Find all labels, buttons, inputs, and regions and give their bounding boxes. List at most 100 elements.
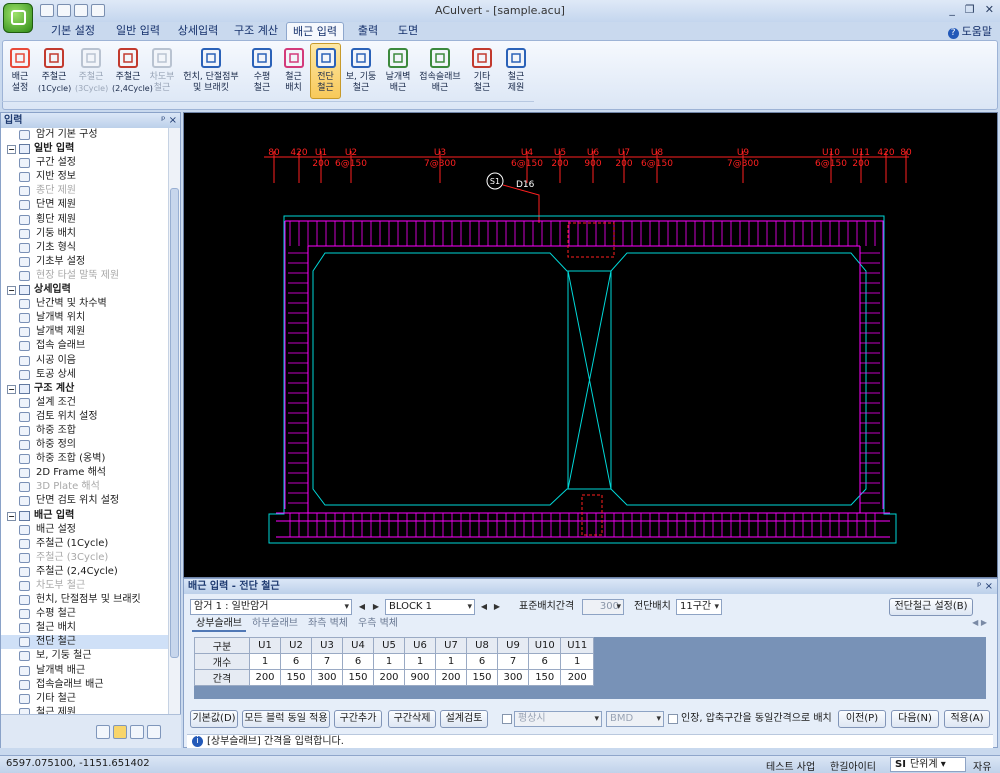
normal-load-checkbox[interactable] <box>502 714 512 724</box>
design-check-button[interactable]: 설계검토 <box>440 710 488 728</box>
new-file-icon[interactable] <box>40 4 54 17</box>
tab-output[interactable]: 출력 <box>350 22 386 40</box>
tree-item[interactable]: 기초부 설정 <box>1 255 169 269</box>
tree-item[interactable]: 보, 기둥 철근 <box>1 649 169 663</box>
edit-icon[interactable] <box>91 4 105 17</box>
wingwall-rebar-button[interactable]: 날개벽 배근 <box>381 43 415 99</box>
rebar-spec-button[interactable]: 철근 제원 <box>501 43 531 99</box>
tree-item[interactable]: 종단 제원 <box>1 184 169 198</box>
table-cell[interactable]: 900 <box>404 669 436 686</box>
tree-item[interactable]: 기타 철근 <box>1 692 169 706</box>
tab-right-wall[interactable]: 우측 벽체 <box>354 617 402 632</box>
help-button[interactable]: ? 도움말 <box>947 23 992 39</box>
prev-block-arrow[interactable]: ◀ <box>478 600 490 614</box>
tree-item[interactable]: 시공 이음 <box>1 354 169 368</box>
block-select[interactable]: BLOCK 1 <box>385 599 475 615</box>
tree-item[interactable]: 주철근 (2,4Cycle) <box>1 565 169 579</box>
tree-item[interactable]: 철근 배치 <box>1 621 169 635</box>
approach-slab-rebar-button[interactable]: 접속슬래브 배근 <box>417 43 463 99</box>
add-section-button[interactable]: 구간추가 <box>334 710 382 728</box>
open-folder-icon[interactable] <box>57 4 71 17</box>
delete-section-button[interactable]: 구간삭제 <box>388 710 436 728</box>
collapse-toggle-icon[interactable]: − <box>7 286 16 296</box>
table-cell[interactable]: 6 <box>280 653 312 670</box>
save-icon[interactable] <box>74 4 88 17</box>
tree-item[interactable]: 철근 제원 <box>1 706 169 714</box>
shear-rebar-button[interactable]: 전단 철근 <box>310 43 341 99</box>
other-rebar-button[interactable]: 기타 철근 <box>465 43 499 99</box>
restore-button[interactable]: ❐ <box>965 3 975 16</box>
load-case-combo[interactable]: 평상시 <box>514 711 602 727</box>
tree-item[interactable]: 횡단 제원 <box>1 213 169 227</box>
prev-button[interactable]: 이전(P) <box>838 710 886 728</box>
tree-item[interactable]: 접속슬래브 배근 <box>1 678 169 692</box>
table-cell[interactable]: 1 <box>560 653 594 670</box>
shear-layout-select[interactable]: 11구간 <box>676 599 722 615</box>
tree-item[interactable]: 배근 설정 <box>1 523 169 537</box>
table-cell[interactable]: 1 <box>435 653 467 670</box>
tree-item[interactable]: 3D Plate 해석 <box>1 480 169 494</box>
tab-left-wall[interactable]: 좌측 벽체 <box>304 617 352 632</box>
tree-item[interactable]: 구간 설정 <box>1 156 169 170</box>
tree-item[interactable]: 기초 형식 <box>1 241 169 255</box>
culvert-select[interactable]: 암거 1 : 일반암거 <box>190 599 352 615</box>
tab-drawing[interactable]: 도면 <box>390 22 426 40</box>
beam-column-rebar-button[interactable]: 보, 기둥 철근 <box>343 43 379 99</box>
main-rebar-1cycle-button[interactable]: 주철근 (1Cycle) <box>37 43 71 99</box>
table-cell[interactable]: 300 <box>497 669 529 686</box>
table-cell[interactable]: 6 <box>527 653 562 670</box>
close-button[interactable]: ✕ <box>985 3 994 16</box>
tree-item[interactable]: 전단 철근 <box>1 635 169 650</box>
tree-item[interactable]: 헌치, 단절점부 및 브래킷 <box>1 593 169 607</box>
collapse-toggle-icon[interactable]: − <box>7 145 16 155</box>
tree-item[interactable]: 차도부 철근 <box>1 579 169 593</box>
main-rebar-24cycle-button[interactable]: 주철근 (2,4Cycle) <box>111 43 153 99</box>
bmd-combo[interactable]: BMD <box>606 711 664 727</box>
table-cell[interactable]: 150 <box>280 669 312 686</box>
default-button[interactable]: 기본값(D) <box>190 710 238 728</box>
table-cell[interactable]: 7 <box>497 653 529 670</box>
tree-item[interactable]: 암거 기본 구성 <box>1 128 169 142</box>
table-cell[interactable]: 1 <box>373 653 405 670</box>
table-cell[interactable]: 150 <box>466 669 498 686</box>
tree-item[interactable]: 기둥 배치 <box>1 227 169 241</box>
rebar-setting-button[interactable]: 배근 설정 <box>7 43 33 99</box>
tree-scrollbar[interactable] <box>168 128 180 714</box>
tab-upper-slab[interactable]: 상부슬래브 <box>192 617 246 632</box>
tool-icon-4[interactable] <box>147 725 161 739</box>
table-cell[interactable]: 7 <box>311 653 343 670</box>
prev-culvert-arrow[interactable]: ◀ <box>356 600 368 614</box>
tree-item[interactable]: 주철근 (3Cycle) <box>1 551 169 565</box>
tree-item[interactable]: 접속 슬래브 <box>1 339 169 353</box>
collapse-toggle-icon[interactable]: − <box>7 511 16 521</box>
unit-system-select[interactable]: SI 단위계 ▾ <box>890 757 966 772</box>
tree-item[interactable]: 지반 정보 <box>1 170 169 184</box>
tab-general-input[interactable]: 일반 입력 <box>108 22 168 40</box>
collapse-toggle-icon[interactable]: − <box>7 384 16 394</box>
panel-pin-close[interactable]: ᵖ × <box>161 113 177 128</box>
table-cell[interactable]: 200 <box>373 669 405 686</box>
tab-rebar-input[interactable]: 배근 입력 <box>286 22 344 40</box>
next-culvert-arrow[interactable]: ▶ <box>370 600 382 614</box>
shear-rebar-setting-button[interactable]: 전단철근 설정(B) <box>889 598 973 616</box>
tab-structure-calc[interactable]: 구조 계산 <box>228 22 284 40</box>
table-cell[interactable]: 200 <box>249 669 281 686</box>
tree-group[interactable]: − 배근 입력 <box>1 509 169 523</box>
roadway-rebar-button[interactable]: 차도부 철근 <box>147 43 177 99</box>
table-cell[interactable]: 300 <box>311 669 343 686</box>
tree-item[interactable]: 현장 타설 말뚝 제원 <box>1 269 169 283</box>
tree-item[interactable]: 토공 상세 <box>1 368 169 382</box>
tree-group[interactable]: − 상세입력 <box>1 283 169 297</box>
main-rebar-3cycle-button[interactable]: 주철근 (3Cycle) <box>74 43 108 99</box>
cad-viewport[interactable]: 80 420 U1 U2 U3 U4 U5 U6 U7 U8 U9 U10 U11 420 80 200 6@1… <box>183 112 998 578</box>
tree-item[interactable]: 주철근 (1Cycle) <box>1 537 169 551</box>
apply-button[interactable]: 적용(A) <box>944 710 990 728</box>
apply-all-blocks-button[interactable]: 모든 블럭 동일 적용 <box>242 710 330 728</box>
scroll-thumb[interactable] <box>170 188 179 658</box>
next-button[interactable]: 다음(N) <box>891 710 939 728</box>
shear-panel-pin-close[interactable]: ᵖ × <box>977 579 993 594</box>
tree-group[interactable]: − 구조 계산 <box>1 382 169 396</box>
tree-item[interactable]: 하중 정의 <box>1 438 169 452</box>
tab-scroll-arrows[interactable]: ◀ ▶ <box>972 618 987 627</box>
tree-group[interactable]: − 일반 입력 <box>1 142 169 156</box>
